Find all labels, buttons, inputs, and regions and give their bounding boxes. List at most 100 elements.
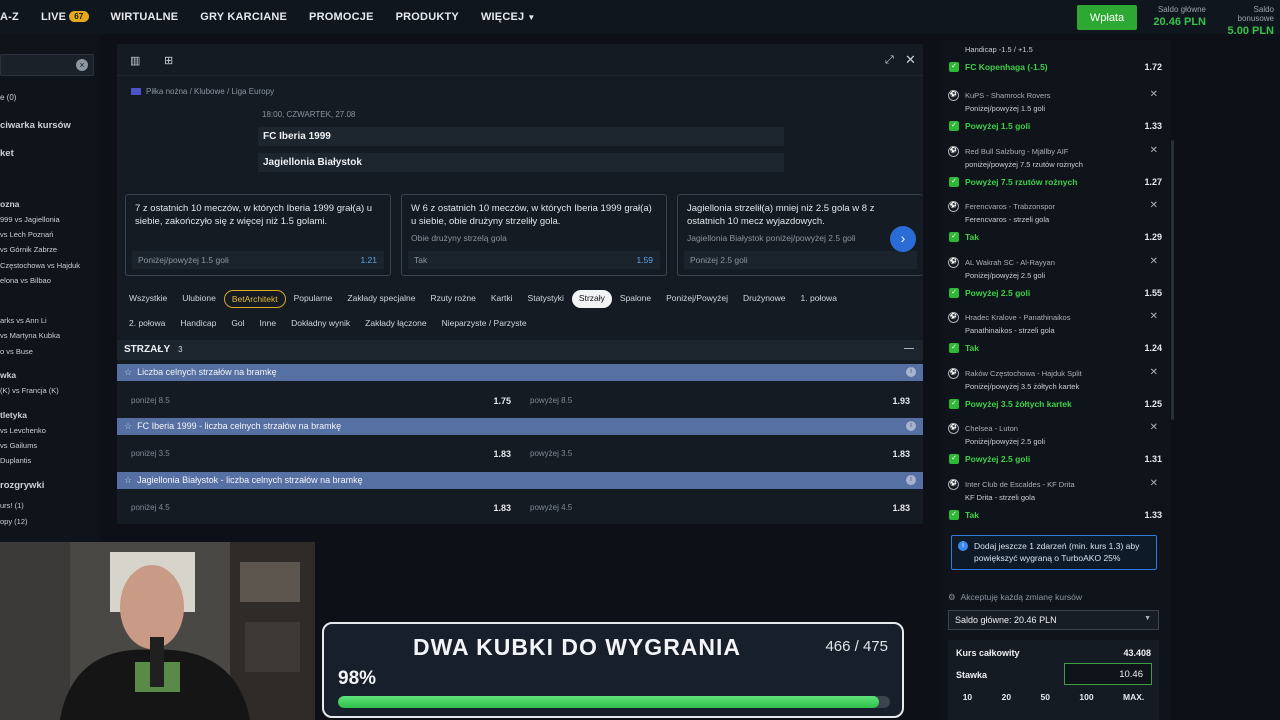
slip-leg[interactable]: ⚽ AL Wakrah SC - Al-Rayyan Poniżej/powyż…: [948, 255, 1162, 307]
slip-leg[interactable]: ⚽ Raków Częstochowa - Hajduk Split Poniż…: [948, 366, 1162, 418]
tab-offsides[interactable]: Spalone: [613, 290, 658, 308]
star-icon[interactable]: ☆: [124, 421, 132, 431]
checkbox-checked-icon[interactable]: ✓: [949, 62, 959, 72]
stat-card[interactable]: 7 z ostatnich 10 meczów, w których Iberi…: [125, 194, 391, 276]
stat-card-odd[interactable]: Poniżej 2.5 goli: [684, 251, 917, 269]
nav-promotions[interactable]: PROMOCJE: [309, 11, 374, 23]
tab-cards[interactable]: Kartki: [484, 290, 520, 308]
sidebar-item[interactable]: ozna: [0, 199, 19, 209]
remove-icon[interactable]: ✕: [1150, 200, 1158, 211]
checkbox-checked-icon[interactable]: ✓: [949, 288, 959, 298]
stake-chip-100[interactable]: 100: [1079, 692, 1093, 702]
sidebar-item[interactable]: ciwarka kursów: [0, 120, 71, 131]
next-card-button[interactable]: ›: [890, 226, 916, 252]
sidebar-item[interactable]: vs Górnik Zabrze: [0, 245, 57, 254]
sidebar-item[interactable]: vs Levchenko: [0, 426, 46, 435]
sidebar-item[interactable]: 999 vs Jagiellonia: [0, 215, 60, 224]
info-icon[interactable]: i: [906, 367, 916, 377]
tab-popular[interactable]: Popularne: [287, 290, 340, 308]
slip-scrollbar[interactable]: [1171, 140, 1174, 420]
sidebar-item[interactable]: tletyka: [0, 410, 27, 420]
nav-live[interactable]: LIVE 67: [41, 11, 89, 23]
nav-products[interactable]: PRODUKTY: [396, 11, 459, 23]
checkbox-checked-icon[interactable]: ✓: [949, 121, 959, 131]
remove-icon[interactable]: ✕: [1150, 89, 1158, 100]
market-header[interactable]: ☆ Liczba celnych strzałów na bramkę i: [117, 364, 923, 381]
slip-leg[interactable]: ⚽ Ferencvaros - Trabzonspor Ferencvaros …: [948, 199, 1162, 251]
checkbox-checked-icon[interactable]: ✓: [949, 399, 959, 409]
sidebar-item[interactable]: wka: [0, 370, 16, 380]
stats-icon[interactable]: ▥: [130, 54, 140, 67]
sidebar-item[interactable]: Duplantis: [0, 456, 31, 465]
sidebar-item[interactable]: vs Lech Poznań: [0, 230, 53, 239]
star-icon[interactable]: ☆: [124, 367, 132, 377]
nav-card-games[interactable]: GRY KARCIANE: [200, 11, 287, 23]
slip-leg[interactable]: ⚽ Red Bull Salzburg - Mjällby AIF poniże…: [948, 144, 1162, 196]
checkbox-checked-icon[interactable]: ✓: [949, 343, 959, 353]
tab-goal[interactable]: Gol: [224, 315, 251, 331]
sidebar-item[interactable]: ket: [0, 148, 14, 159]
sidebar-item[interactable]: Częstochowa vs Hajduk: [0, 261, 80, 270]
odd-button[interactable]: poniżej 4.5 1.83: [131, 503, 511, 519]
stat-card[interactable]: Jagiellonia strzelił(a) mniej niż 2.5 go…: [677, 194, 923, 276]
slip-leg[interactable]: ⚽ Chelsea - Luton Poniżej/powyżej 2.5 go…: [948, 421, 1162, 473]
stake-input[interactable]: 10.46: [1064, 663, 1152, 685]
tab-betarchitekt[interactable]: BetArchitekt: [223, 290, 286, 308]
clear-search-icon[interactable]: ×: [76, 59, 88, 71]
checkbox-checked-icon[interactable]: ✓: [949, 177, 959, 187]
stake-chip-20[interactable]: 20: [1002, 692, 1011, 702]
market-header[interactable]: ☆ FC Iberia 1999 - liczba celnych strzałó…: [117, 418, 923, 435]
sidebar-item[interactable]: e (0): [0, 93, 16, 102]
stat-card-odd[interactable]: Poniżej/powyżej 1.5 goli 1.21: [132, 251, 384, 269]
odd-button[interactable]: powyżej 8.5 1.93: [530, 396, 910, 412]
remove-icon[interactable]: ✕: [1150, 422, 1158, 433]
tab-team[interactable]: Drużynowe: [736, 290, 793, 308]
tab-all[interactable]: Wszystkie: [122, 290, 174, 308]
tab-favourites[interactable]: Ulubione: [175, 290, 223, 308]
stat-card-odd[interactable]: Tak 1.59: [408, 251, 660, 269]
tab-statistics[interactable]: Statystyki: [521, 290, 571, 308]
close-icon[interactable]: ✕: [905, 52, 916, 68]
tab-over-under[interactable]: Poniżej/Powyżej: [659, 290, 735, 308]
remove-icon[interactable]: ✕: [1150, 256, 1158, 267]
nav-virtual[interactable]: WIRTUALNE: [111, 11, 179, 23]
slip-leg[interactable]: ⚽ KuPS - Shamrock Rovers Poniżej/powyżej…: [948, 88, 1162, 140]
star-icon[interactable]: ☆: [124, 475, 132, 485]
nav-a-z[interactable]: A-Z: [0, 11, 19, 23]
slip-leg[interactable]: ⚽ Hradec Kralove - Panathinaikos Panathi…: [948, 310, 1162, 362]
odd-button[interactable]: powyżej 4.5 1.83: [530, 503, 910, 519]
remove-icon[interactable]: ✕: [1150, 367, 1158, 378]
detach-icon[interactable]: ⤢: [885, 54, 894, 67]
sidebar-item[interactable]: (K) vs Francja (K): [0, 386, 59, 395]
sidebar-item[interactable]: arks vs Ann Li: [0, 316, 47, 325]
sidebar-item[interactable]: vs Gailums: [0, 441, 37, 450]
sidebar-search-input[interactable]: ×: [0, 54, 94, 76]
stake-chip-10[interactable]: 10: [963, 692, 972, 702]
tab-special[interactable]: Zakłady specjalne: [340, 290, 422, 308]
info-icon[interactable]: i: [906, 475, 916, 485]
pitch-icon[interactable]: ⊞: [164, 54, 173, 67]
slip-leg[interactable]: ⚽ Inter Club de Escaldes - KF Drita KF D…: [948, 477, 1162, 529]
market-header[interactable]: ☆ Jagiellonia Białystok - liczba celnych …: [117, 472, 923, 489]
tab-corners[interactable]: Rzuty rożne: [423, 290, 482, 308]
checkbox-checked-icon[interactable]: ✓: [949, 232, 959, 242]
tab-first-half[interactable]: 1. połowa: [794, 290, 844, 308]
bonus-balance[interactable]: Saldo bonusowe 5.00 PLN: [1218, 5, 1274, 37]
remove-icon[interactable]: ✕: [1150, 478, 1158, 489]
sidebar-item[interactable]: vs Martyna Kubka: [0, 331, 60, 340]
nav-more[interactable]: WIĘCEJ ▼: [481, 11, 536, 23]
main-balance[interactable]: Saldo główne 20.46 PLN: [1150, 5, 1206, 28]
odd-button[interactable]: powyżej 3.5 1.83: [530, 449, 910, 465]
tab-odd-even[interactable]: Nieparzyste / Parzyste: [435, 315, 534, 331]
tab-other[interactable]: Inne: [253, 315, 284, 331]
account-select[interactable]: Saldo główne: 20.46 PLN ▼: [948, 610, 1159, 630]
section-header[interactable]: STRZAŁY 3—: [117, 340, 923, 360]
odd-button[interactable]: poniżej 3.5 1.83: [131, 449, 511, 465]
stake-chip-max[interactable]: MAX.: [1123, 692, 1144, 702]
stake-chip-50[interactable]: 50: [1040, 692, 1049, 702]
remove-icon[interactable]: ✕: [1150, 145, 1158, 156]
collapse-icon[interactable]: —: [904, 343, 914, 354]
checkbox-checked-icon[interactable]: ✓: [949, 454, 959, 464]
tab-handicap[interactable]: Handicap: [173, 315, 223, 331]
remove-icon[interactable]: ✕: [1150, 311, 1158, 322]
